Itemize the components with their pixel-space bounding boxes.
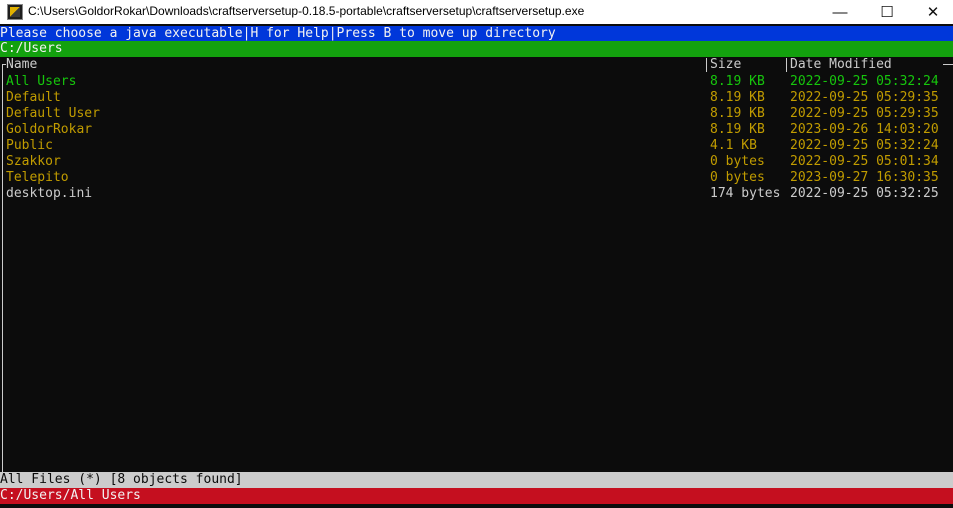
maximize-button[interactable]: ☐ [864,0,910,24]
column-separator-size [706,58,707,72]
file-entry-name[interactable]: Default [6,90,61,106]
file-entry-name[interactable]: All Users [6,74,76,90]
window-titlebar[interactable]: C:\Users\GoldorRokar\Downloads\craftserv… [0,0,953,24]
file-entry-date[interactable]: 2022-09-25 05:32:25 [790,186,939,202]
file-entry-date[interactable]: 2022-09-25 05:32:24 [790,138,939,154]
header-corner-right [943,64,953,65]
selected-path-bar: C:/Users/All Users [0,488,953,504]
file-entry-size[interactable]: 8.19 KB [710,106,765,122]
column-header-name[interactable]: Name [6,57,37,73]
file-entry-size[interactable]: 0 bytes [710,154,765,170]
app-icon [7,4,23,20]
file-entry-size[interactable]: 8.19 KB [710,122,765,138]
file-entry-size[interactable]: 174 bytes [710,186,780,202]
file-entry-size[interactable]: 4.1 KB [710,138,757,154]
file-entry-date[interactable]: 2023-09-26 14:03:20 [790,122,939,138]
file-entry-date[interactable]: 2022-09-25 05:29:35 [790,106,939,122]
file-entry-date[interactable]: 2022-09-25 05:29:35 [790,90,939,106]
file-entry-size[interactable]: 8.19 KB [710,90,765,106]
close-button[interactable]: ✕ [910,0,953,24]
filter-status-bar: All Files (*) [8 objects found] [0,472,953,488]
list-frame-left [2,64,3,472]
file-entry-name[interactable]: Public [6,138,53,154]
file-entry-name[interactable]: Default User [6,106,100,122]
minimize-button[interactable]: — [817,0,863,24]
file-entry-size[interactable]: 0 bytes [710,170,765,186]
current-path-bar: C:/Users [0,41,953,57]
window-title: C:\Users\GoldorRokar\Downloads\craftserv… [28,4,585,18]
terminal-area: Please choose a java executable|H for He… [0,26,953,508]
column-separator-date [786,58,787,72]
file-entry-name[interactable]: GoldorRokar [6,122,92,138]
column-header-size[interactable]: Size [710,57,741,73]
file-entry-name[interactable]: Telepito [6,170,69,186]
file-entry-date[interactable]: 2022-09-25 05:32:24 [790,74,939,90]
column-header-date[interactable]: Date Modified [790,57,892,73]
file-entry-size[interactable]: 8.19 KB [710,74,765,90]
file-entry-date[interactable]: 2022-09-25 05:01:34 [790,154,939,170]
file-entry-name[interactable]: desktop.ini [6,186,92,202]
file-entry-name[interactable]: Szakkor [6,154,61,170]
file-entry-date[interactable]: 2023-09-27 16:30:35 [790,170,939,186]
prompt-bar: Please choose a java executable|H for He… [0,26,953,42]
